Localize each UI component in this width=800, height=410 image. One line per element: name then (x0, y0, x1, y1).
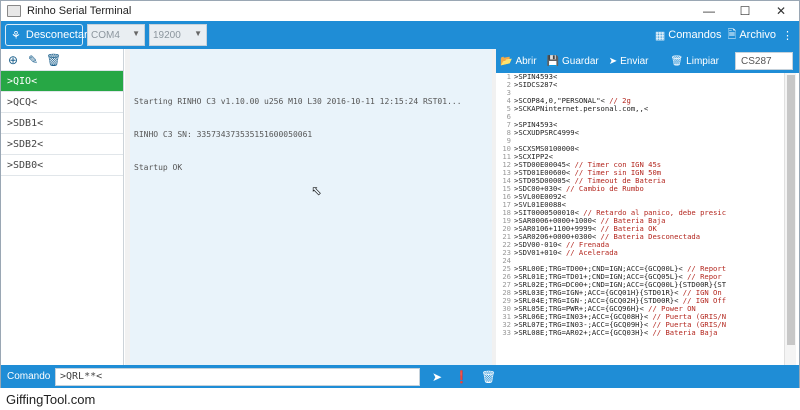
terminal-line: Starting RINHO C3 v1.10.00 u256 M10 L30 … (134, 97, 462, 106)
command-input[interactable]: >QRL**< (55, 367, 420, 386)
send-icon[interactable]: ➤ (432, 370, 442, 384)
window-title: Rinho Serial Terminal (27, 5, 132, 17)
terminal-line: Startup OK (134, 163, 183, 172)
clear-button[interactable]: 🗑 Limpiar (670, 56, 719, 67)
line-number: 6 (506, 112, 511, 121)
list-item[interactable]: >SDB2< (1, 134, 123, 155)
code-text: >SIDCS287< (514, 80, 558, 89)
code-text: >SCKAPNinternet.personal.com,,< (514, 104, 649, 113)
line-number: 2 (506, 80, 511, 89)
open-label: Abrir (515, 55, 537, 67)
file-button[interactable]: 🗎 Archivo (727, 26, 776, 45)
line-number: 7 (506, 120, 511, 129)
clear-label: Limpiar (686, 55, 719, 67)
script-editor-panel: 📂 Abrir 💾 Guardar ➤ Enviar 🗑 Limpiar CS2… (496, 49, 799, 365)
chevron-down-icon: ▼ (194, 29, 202, 38)
terminal-text: Starting RINHO C3 v1.10.00 u256 M10 L30 … (134, 74, 486, 195)
line-number: 3 (506, 88, 511, 97)
table-icon: ▦ (654, 29, 666, 42)
mouse-cursor-icon: ⬁ (311, 183, 322, 198)
plug-icon: ⚘ (11, 29, 21, 42)
file-icon: 🗎 (727, 28, 737, 41)
baud-select[interactable]: 19200 ▼ (149, 24, 207, 46)
port-value: COM4 (91, 29, 120, 41)
save-icon: 💾 (546, 55, 560, 67)
close-button[interactable]: ✕ (763, 1, 799, 21)
list-item[interactable]: >QCQ< (1, 92, 123, 113)
script-editor[interactable]: 1 >SPIN4593< 2 >SIDCS287< 3 4 >SCOP84,0,"PERSO… (496, 73, 784, 365)
editor-scrollbar[interactable] (784, 73, 796, 365)
list-item[interactable]: >QIO< (1, 71, 123, 92)
code-line: 2 >SIDCS287< (496, 81, 784, 89)
trash-icon: 🗑 (670, 55, 684, 67)
code-text: >SRL08E;TRG=AR02+;ACC={GCQ03H}< // Bater… (514, 328, 718, 337)
command-list-panel: ⊕ ✎ 🗑 >QIO< >QCQ< >SDB1< >SDB2< >SDB0< (1, 49, 124, 365)
folder-open-icon: 📂 (500, 55, 513, 67)
disconnect-button[interactable]: ⚘ Desconectar (5, 24, 88, 46)
code-text: >SDV01+010< // Acelerada (514, 248, 618, 257)
device-id-input[interactable]: CS287 (735, 52, 793, 70)
command-list-tools: ⊕ ✎ 🗑 (1, 49, 123, 71)
send-button[interactable]: ➤ Enviar (609, 56, 649, 67)
chevron-down-icon: ▼ (132, 29, 140, 38)
trash-icon[interactable]: 🗑 (481, 370, 496, 384)
window-controls: — ☐ ✕ (691, 1, 799, 21)
minimize-button[interactable]: — (691, 1, 727, 21)
line-number: 8 (506, 128, 511, 137)
send-icon: ➤ (608, 55, 618, 67)
trash-icon[interactable]: 🗑 (46, 53, 61, 67)
list-item[interactable]: >SDB1< (1, 113, 123, 134)
line-number: 5 (506, 104, 511, 113)
code-line: 5 >SCKAPNinternet.personal.com,,< (496, 105, 784, 113)
save-button[interactable]: 💾 Guardar (547, 56, 599, 67)
toolbar-right: ▦ Comandos 🗎 Archivo ⋮ (655, 21, 793, 49)
file-label: Archivo (739, 29, 776, 41)
port-select[interactable]: COM4 ▼ (87, 24, 145, 46)
send-label: Enviar (620, 55, 649, 67)
add-icon[interactable]: ⊕ (6, 53, 20, 67)
more-menu-button[interactable]: ⋮ (782, 29, 793, 42)
edit-icon[interactable]: ✎ (26, 53, 40, 67)
line-number: 1 (506, 73, 511, 81)
code-line: 8 >SCXUDPSRC4999< (496, 129, 784, 137)
code-line: 23 >SDV01+010< // Acelerada (496, 249, 784, 257)
alert-icon[interactable]: ❗ (454, 370, 469, 384)
app-window: Rinho Serial Terminal — ☐ ✕ ⚘ Desconecta… (0, 0, 800, 388)
maximize-button[interactable]: ☐ (727, 1, 763, 21)
open-button[interactable]: 📂 Abrir (500, 56, 537, 67)
scrollbar-thumb[interactable] (787, 75, 795, 345)
terminal-line: RINHO C3 SN: 335734373535151600050061 (134, 130, 313, 139)
commands-button[interactable]: ▦ Comandos (655, 29, 722, 42)
app-icon (7, 5, 21, 17)
line-number: 33 (502, 328, 511, 337)
baud-value: 19200 (153, 29, 181, 41)
kebab-icon: ⋮ (782, 29, 793, 42)
commands-label: Comandos (668, 29, 722, 41)
title-bar: Rinho Serial Terminal — ☐ ✕ (1, 1, 799, 21)
save-label: Guardar (562, 55, 599, 67)
list-item[interactable]: >SDB0< (1, 155, 123, 176)
disconnect-label: Desconectar (25, 29, 88, 41)
command-actions: ➤ ❗ 🗑 (432, 370, 496, 384)
watermark-text: GiffingTool.com (6, 392, 96, 407)
terminal-output-panel[interactable]: Starting RINHO C3 v1.10.00 u256 M10 L30 … (130, 49, 492, 365)
editor-toolbar: 📂 Abrir 💾 Guardar ➤ Enviar 🗑 Limpiar CS2… (496, 49, 799, 73)
command-bar: Comando >QRL**< ➤ ❗ 🗑 (1, 365, 799, 388)
command-label: Comando (7, 371, 51, 382)
code-line: 33 >SRL08E;TRG=AR02+;ACC={GCQ03H}< // Bat… (496, 329, 784, 337)
main-toolbar: ⚘ Desconectar COM4 ▼ 19200 ▼ ▦ Comandos … (1, 21, 799, 49)
code-text: >SCXUDPSRC4999< (514, 128, 579, 137)
line-number: 4 (506, 96, 511, 105)
